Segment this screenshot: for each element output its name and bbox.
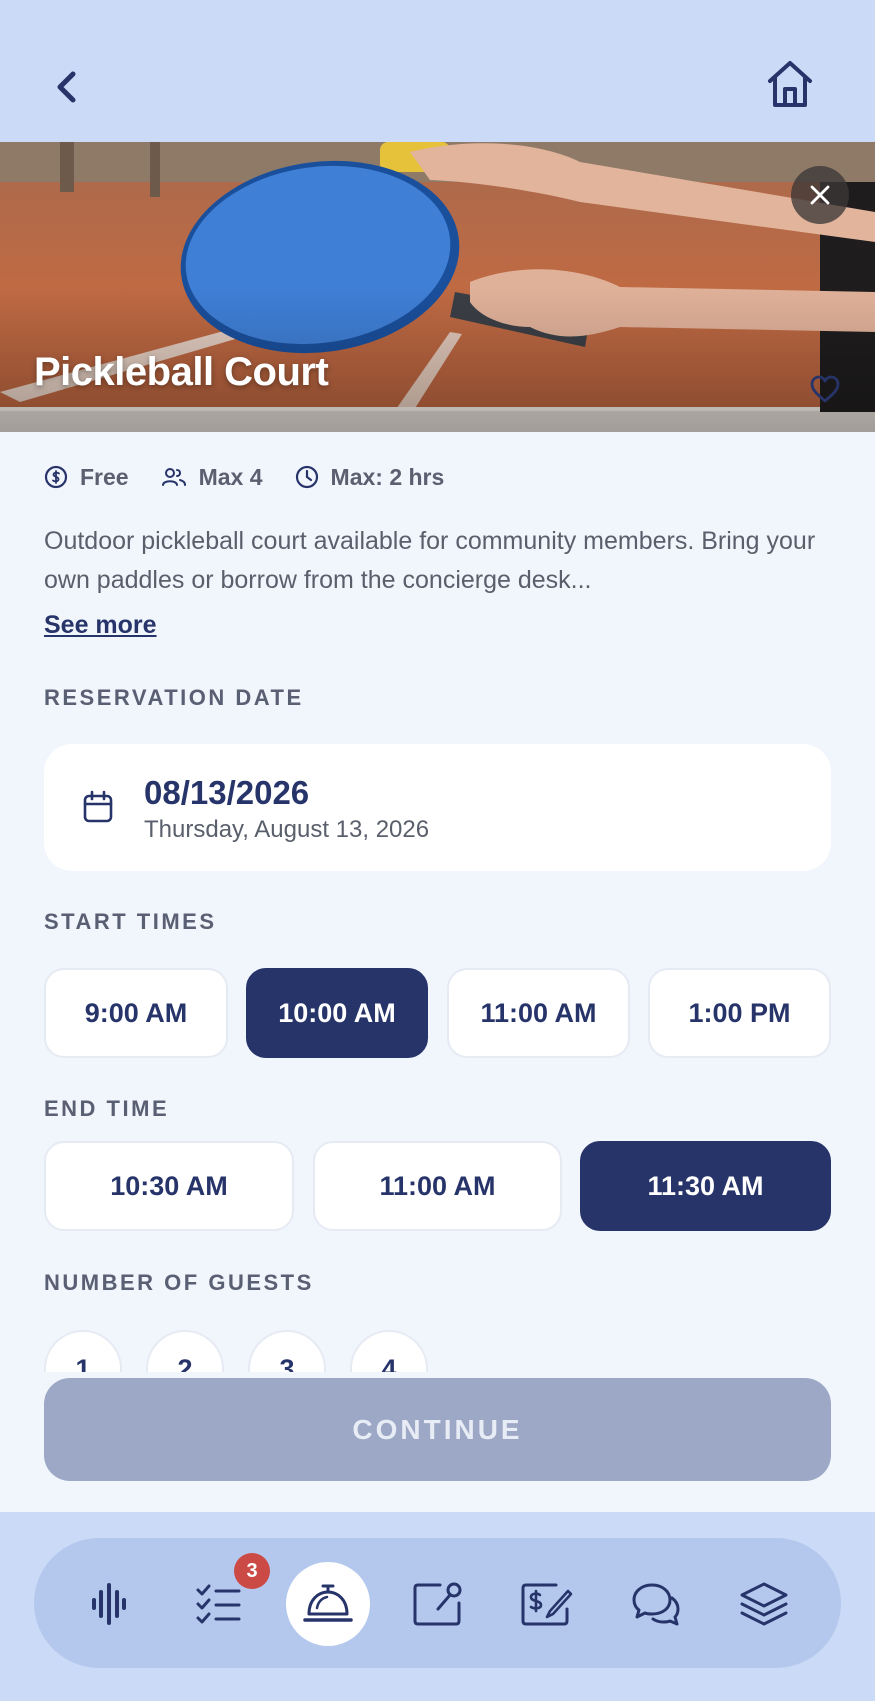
reservation-date-label: RESERVATION DATE [44, 685, 304, 710]
end-time-option-selected[interactable]: 11:30 AM [580, 1141, 831, 1231]
close-icon [810, 185, 830, 205]
nav-voice[interactable] [67, 1562, 151, 1646]
back-button[interactable] [44, 62, 88, 112]
concierge-bell-icon [303, 1584, 353, 1622]
start-time-option[interactable]: 1:00 PM [648, 968, 831, 1058]
layers-icon [740, 1582, 788, 1626]
heart-icon [810, 375, 840, 403]
capacity-text: Max 4 [198, 463, 263, 490]
amenity-meta-row: Free Max 4 Max: 2 hrs [44, 458, 476, 496]
selected-date: 08/13/2026 [144, 774, 310, 811]
favorite-button[interactable] [806, 370, 844, 408]
guest-options: 1 2 3 4 [0, 1300, 875, 1372]
nav-messages[interactable] [614, 1562, 698, 1646]
dollar-circle-icon [44, 465, 68, 489]
audio-wave-icon [92, 1583, 126, 1625]
nav-more[interactable] [722, 1562, 806, 1646]
duration-meta: Max: 2 hrs [295, 463, 445, 491]
see-more-link[interactable]: See more [44, 611, 157, 640]
close-button[interactable] [791, 166, 849, 224]
price-text: Free [80, 463, 129, 490]
page-title: Pickleball Court [34, 350, 329, 394]
end-time-option[interactable]: 10:30 AM [44, 1141, 294, 1231]
start-time-option-selected[interactable]: 10:00 AM [246, 968, 428, 1058]
continue-button[interactable]: CONTINUE [44, 1378, 831, 1481]
tasks-badge: 3 [234, 1553, 270, 1589]
start-time-option[interactable]: 9:00 AM [44, 968, 228, 1058]
nav-billing[interactable] [505, 1562, 589, 1646]
chevron-left-icon [57, 71, 76, 103]
home-button[interactable] [762, 56, 818, 112]
duration-text: Max: 2 hrs [330, 463, 445, 490]
reservation-date-picker[interactable]: 08/13/2026 Thursday, August 13, 2026 [44, 744, 831, 871]
top-bar [0, 0, 875, 142]
chat-icon [632, 1583, 680, 1626]
home-icon [768, 61, 812, 107]
users-icon [161, 468, 186, 486]
start-time-option[interactable]: 11:00 AM [447, 968, 630, 1058]
guest-option[interactable]: 3 [248, 1330, 326, 1372]
guest-option[interactable]: 2 [146, 1330, 224, 1372]
billing-icon [521, 1583, 573, 1626]
capacity-meta: Max 4 [161, 464, 263, 491]
clock-icon [295, 465, 318, 489]
start-times-label: START TIMES [44, 909, 217, 934]
calendar-icon [83, 790, 113, 823]
checklist-icon [196, 1584, 241, 1624]
nav-requests[interactable] [396, 1562, 480, 1646]
selected-date-long: Thursday, August 13, 2026 [144, 816, 430, 843]
end-time-option[interactable]: 11:00 AM [313, 1141, 562, 1231]
guest-option[interactable]: 1 [44, 1330, 122, 1372]
number-of-guests-label: NUMBER OF GUESTS [44, 1270, 314, 1295]
price-meta: Free [44, 464, 129, 491]
guest-option[interactable]: 4 [350, 1330, 428, 1372]
nav-concierge[interactable] [286, 1562, 370, 1646]
amenity-description: Outdoor pickleball court available for c… [44, 527, 816, 594]
edit-note-icon [413, 1582, 462, 1626]
end-time-label: END TIME [44, 1096, 170, 1121]
